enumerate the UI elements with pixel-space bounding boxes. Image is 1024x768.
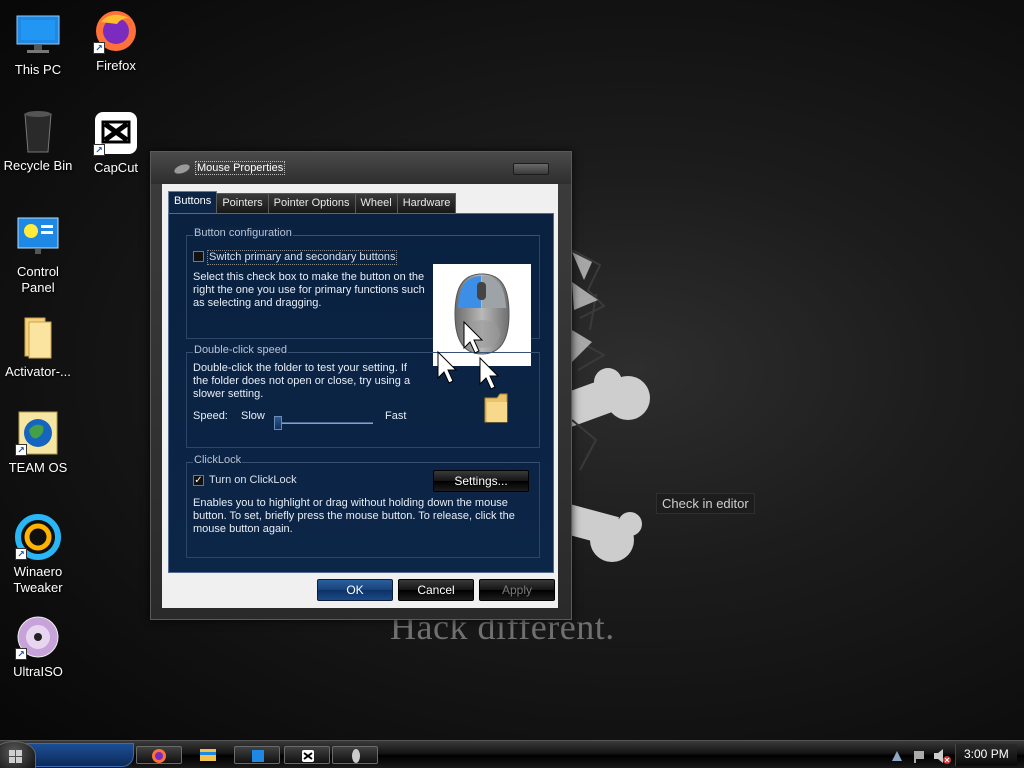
capcut-icon: [302, 750, 314, 762]
fast-label: Fast: [385, 410, 407, 422]
desktop-icon-capcut[interactable]: ↗ CapCut: [78, 110, 154, 176]
clicklock-checkbox[interactable]: ✓: [193, 475, 204, 486]
tab-buttons[interactable]: Buttons: [168, 191, 218, 213]
desktop-icon-label: Firefox: [96, 58, 136, 73]
taskbar-mouse-properties-button[interactable]: [332, 746, 378, 764]
shortcut-arrow-icon: ↗: [93, 42, 105, 54]
cursor-trail-icon: [463, 320, 500, 390]
desktop-icon-winaero[interactable]: ↗ Winaero Tweaker: [0, 514, 76, 596]
group-title: Button configuration: [193, 227, 293, 239]
quick-launch-bar: [26, 743, 134, 767]
dialog-title: Mouse Properties: [195, 161, 286, 175]
control-panel-icon: [15, 214, 61, 260]
dialog-titlebar[interactable]: Mouse Properties: [151, 152, 571, 184]
desktop-icon-firefox[interactable]: ↗ Firefox: [78, 8, 154, 74]
clock-time[interactable]: 3:00 PM: [964, 747, 1009, 761]
cancel-button[interactable]: Cancel: [398, 579, 474, 601]
volume-muted-icon[interactable]: [932, 747, 952, 765]
desktop-icon-team-os[interactable]: ↗ TEAM OS: [0, 410, 76, 476]
globe-icon: ↗: [15, 410, 61, 456]
clicklock-label[interactable]: Turn on ClickLock: [209, 474, 297, 487]
file-explorer-icon: [200, 749, 216, 761]
close-button[interactable]: [513, 163, 549, 175]
clicklock-description: Enables you to highlight or drag without…: [193, 497, 515, 535]
desktop-icon-label: Control Panel: [17, 264, 59, 295]
disc-icon: ↗: [15, 614, 61, 660]
shortcut-arrow-icon: ↗: [15, 548, 27, 560]
desktop-icon-ultraiso[interactable]: ↗ UltraISO: [0, 614, 76, 680]
mouse-icon: [352, 749, 360, 763]
control-panel-icon: [252, 750, 264, 762]
capcut-icon: ↗: [93, 110, 139, 156]
desktop-icon-label: TEAM OS: [8, 460, 68, 475]
ok-button[interactable]: OK: [317, 579, 393, 601]
desktop-icon-label: This PC: [14, 62, 62, 77]
firefox-icon: ↗: [93, 8, 139, 54]
desktop-icon-label: Activator-...: [5, 364, 71, 379]
speed-label: Speed:: [193, 410, 228, 422]
start-button[interactable]: [0, 741, 36, 768]
taskbar-firefox-button[interactable]: [136, 746, 182, 764]
monitor-icon: [15, 12, 61, 58]
switch-buttons-label[interactable]: Switch primary and secondary buttons: [207, 250, 398, 265]
speed-slider-track[interactable]: [277, 422, 373, 424]
button-config-description: Select this check box to make the button…: [193, 271, 425, 309]
desktop-icon-label: UltraISO: [13, 664, 63, 679]
shortcut-arrow-icon: ↗: [15, 648, 27, 660]
desktop-icon-label: CapCut: [93, 160, 139, 175]
check-in-editor-tooltip: Check in editor: [656, 493, 755, 514]
desktop-icon-control-panel[interactable]: Control Panel: [0, 214, 76, 296]
firefox-icon: [152, 749, 166, 763]
mouse-icon: [174, 164, 190, 174]
clicklock-settings-button[interactable]: Settings...: [433, 470, 529, 492]
switch-buttons-checkbox[interactable]: [193, 251, 204, 262]
network-tray-icon[interactable]: [890, 749, 904, 763]
windows-logo-icon: [9, 750, 22, 763]
double-click-description: Double-click the folder to test your set…: [193, 362, 411, 400]
speed-slider-thumb[interactable]: [274, 416, 282, 430]
tab-wheel[interactable]: Wheel: [354, 193, 398, 213]
desktop-icon-label: Winaero Tweaker: [13, 564, 63, 595]
shortcut-arrow-icon: ↗: [93, 144, 105, 156]
tab-pointer-options[interactable]: Pointer Options: [267, 193, 356, 213]
group-title: ClickLock: [193, 454, 243, 466]
desktop-icon-this-pc[interactable]: This PC: [0, 12, 76, 78]
tab-strip: Buttons Pointers Pointer Options Wheel H…: [168, 191, 457, 213]
winaero-icon: ↗: [15, 514, 61, 560]
apply-button[interactable]: Apply: [479, 579, 555, 601]
desktop-icon-recycle-bin[interactable]: Recycle Bin: [0, 108, 76, 174]
group-title: Double-click speed: [193, 344, 288, 356]
desktop-icon-label: Recycle Bin: [3, 158, 73, 173]
folder-icon: [15, 314, 61, 360]
taskbar-capcut-button[interactable]: [284, 746, 330, 764]
flag-tray-icon[interactable]: [912, 749, 926, 763]
shortcut-arrow-icon: ↗: [15, 444, 27, 456]
recycle-bin-icon: [15, 108, 61, 154]
tab-pointers[interactable]: Pointers: [216, 193, 269, 213]
taskbar-explorer-button[interactable]: [196, 746, 220, 764]
taskbar-control-panel-button[interactable]: [234, 746, 280, 764]
tab-hardware[interactable]: Hardware: [396, 193, 457, 213]
slow-label: Slow: [241, 410, 265, 422]
taskbar: 3:00 PM: [0, 740, 1024, 768]
mouse-pointer-icon: [437, 350, 458, 384]
desktop-icon-activator[interactable]: Activator-...: [0, 314, 76, 380]
